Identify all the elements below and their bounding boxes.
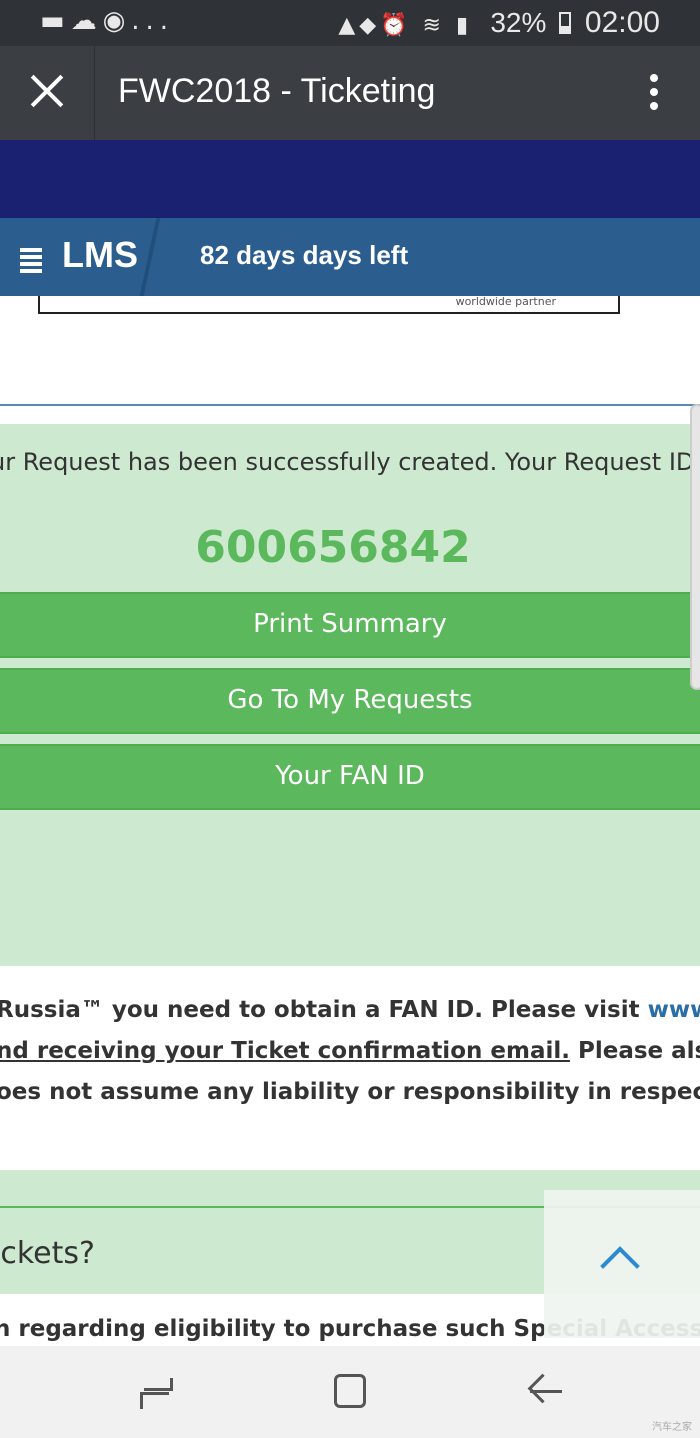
fan-id-link[interactable]: www.fa [648, 997, 700, 1023]
go-to-my-requests-button[interactable]: Go To My Requests [0, 668, 700, 734]
status-bar-system: ▲◆⏰ ≋ ▮ 32% 02:00 [338, 6, 660, 40]
fan-id-notice: Russia™ you need to obtain a FAN ID. Ple… [0, 990, 700, 1113]
recent-apps-icon[interactable] [140, 1378, 173, 1409]
status-bar-notifications: ▬☁◉... [40, 6, 174, 36]
app-bar: FWC2018 - Ticketing [0, 46, 700, 140]
scrollbar-thumb[interactable] [690, 404, 700, 690]
site-top-band [0, 140, 700, 218]
scroll-to-top-button[interactable] [544, 1190, 700, 1338]
sponsor-banner: worldwide partner [38, 295, 620, 314]
hamburger-menu-icon[interactable] [20, 248, 42, 276]
countdown-label: 82 days days left [200, 240, 409, 270]
wechat-icon: ☁ [70, 6, 103, 36]
battery-icon [558, 12, 571, 34]
signal-icon: ▲◆⏰ ≋ ▮ [338, 13, 473, 38]
notice-line: Russia™ you need to obtain a FAN ID. Ple… [0, 990, 700, 1031]
print-summary-button[interactable]: Print Summary [0, 592, 700, 658]
battery-percent: 32% [490, 7, 547, 38]
sponsor-caption: worldwide partner [455, 295, 556, 308]
app-bar-divider [94, 46, 95, 140]
faq-question-label: ickets? [0, 1236, 95, 1271]
message-icon: ▬ [40, 6, 71, 36]
app-bar-title: FWC2018 - Ticketing [118, 72, 436, 110]
chevron-up-icon [600, 1246, 640, 1286]
request-id: 600656842 [195, 522, 471, 573]
notice-line: oes not assume any liability or responsi… [0, 1079, 700, 1105]
site-header: LMS 82 days days left [0, 218, 700, 296]
header-separator [139, 218, 161, 296]
account-icon: ◉ [102, 6, 132, 36]
brand-label[interactable]: LMS [62, 234, 138, 276]
status-bar: ▬☁◉... ▲◆⏰ ≋ ▮ 32% 02:00 [0, 0, 700, 46]
home-icon[interactable] [334, 1374, 366, 1408]
back-icon[interactable] [530, 1390, 562, 1393]
clock: 02:00 [584, 6, 660, 39]
system-nav-bar [0, 1346, 700, 1438]
confirmation-message: ur Request has been successfully created… [0, 448, 700, 476]
confirmation-panel: ur Request has been successfully created… [0, 424, 700, 966]
notice-line: nd receiving your Ticket confirmation em… [0, 1038, 700, 1064]
watermark: 汽车之家 [652, 1422, 692, 1433]
close-icon[interactable] [30, 74, 64, 108]
your-fan-id-button[interactable]: Your FAN ID [0, 744, 700, 810]
section-divider [0, 404, 700, 406]
status-more: ... [131, 6, 175, 36]
more-options-icon[interactable] [648, 74, 660, 114]
